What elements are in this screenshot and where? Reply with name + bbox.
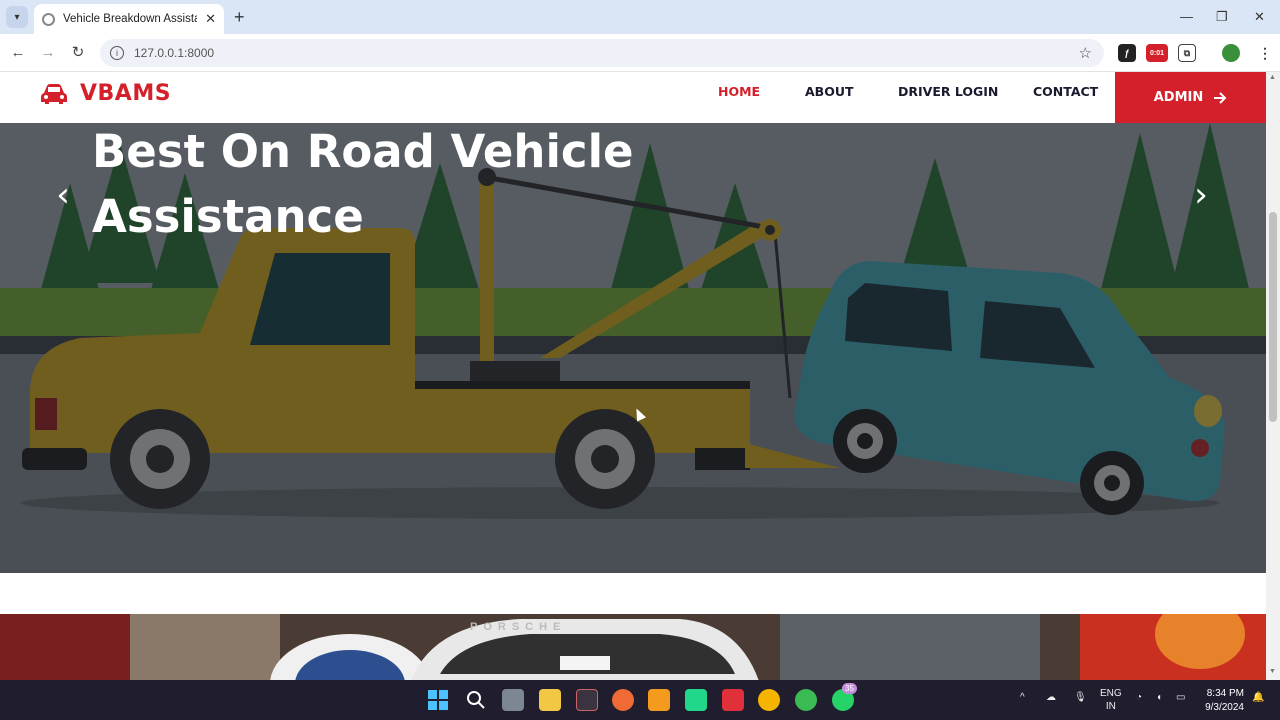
close-window-icon[interactable]: ✕ (1254, 9, 1265, 25)
brand-logo[interactable]: VBAMS (40, 81, 171, 106)
car-icon (41, 83, 67, 104)
back-icon[interactable]: ← (8, 42, 28, 62)
whatsapp-icon[interactable]: 35 (832, 683, 857, 711)
carousel-prev: ‹ (56, 175, 70, 215)
chevron-up-icon[interactable]: ^ (1020, 692, 1025, 703)
hero-title: Best On Road Vehicle Assistance (92, 125, 634, 243)
page-scrollbar[interactable]: ▲ ▼ (1266, 72, 1280, 680)
recorder-extension-icon[interactable]: 0:01 (1146, 44, 1168, 62)
services-section-image: PORSCHE (0, 614, 1266, 680)
clock-date: 9/3/2024 (1205, 702, 1244, 713)
admin-label: ADMIN (1153, 90, 1204, 105)
info-icon[interactable]: i (110, 46, 124, 60)
file-explorer-icon[interactable] (539, 689, 561, 711)
nav-about[interactable]: ABOUT (805, 84, 854, 99)
maximize-icon[interactable]: ❐ (1216, 9, 1228, 25)
page-viewport: VBAMS HOME ABOUT DRIVER LOGIN CONTACT AD… (0, 72, 1266, 680)
nav-home[interactable]: HOME (718, 84, 760, 99)
whatsapp-badge: 35 (842, 683, 857, 694)
extensions-puzzle-icon[interactable]: ⧉ (1178, 44, 1196, 62)
clock[interactable]: 8:34 PM 9/3/2024 (1196, 687, 1244, 715)
cloud-icon[interactable]: ☁ (1046, 692, 1056, 703)
extension-badge: 0:01 (1149, 49, 1164, 57)
url-text: 127.0.0.1:8000 (134, 46, 215, 60)
scroll-down-icon[interactable]: ▼ (1269, 668, 1276, 675)
app-red-icon[interactable] (722, 689, 744, 711)
lang-line1: ENG (1100, 688, 1122, 699)
profile-avatar[interactable] (1222, 44, 1240, 62)
task-view-icon[interactable] (502, 689, 524, 711)
address-bar[interactable]: i 127.0.0.1:8000 ☆ (100, 39, 1104, 67)
app-yellow-icon[interactable] (648, 689, 670, 711)
browser-tab[interactable]: Vehicle Breakdown Assistance M ✕ (34, 4, 224, 34)
scroll-up-icon[interactable]: ▲ (1269, 74, 1276, 81)
language-indicator[interactable]: ENG IN (1100, 687, 1122, 713)
windows-taskbar: 35 ^ ☁ 🎙 ENG IN ◔ ◖ ▭ 8:34 PM 9/3/2024 🔔 (0, 680, 1280, 720)
notification-bell-icon[interactable]: 🔔 (1252, 692, 1264, 703)
clock-time: 8:34 PM (1206, 688, 1244, 699)
hero-carousel: Best On Road Vehicle Assistance ‹ › (0, 123, 1266, 573)
site-navbar: VBAMS HOME ABOUT DRIVER LOGIN CONTACT AD… (0, 72, 1266, 123)
browser-toolbar: ← → ↻ i 127.0.0.1:8000 ☆ ƒ 0:01 ⧉ ⋮ (0, 34, 1280, 72)
microphone-icon[interactable]: 🎙 (1074, 692, 1087, 703)
pycharm-icon[interactable] (685, 689, 707, 711)
extension-icon[interactable]: ƒ (1118, 44, 1136, 62)
tab-strip: ▾ Vehicle Breakdown Assistance M ✕ + — ❐… (0, 0, 1280, 34)
arrow-right-icon (1214, 91, 1227, 104)
search-icon[interactable] (465, 689, 487, 711)
tab-search-icon[interactable]: ▾ (6, 6, 28, 28)
battery-icon[interactable]: ▭ (1176, 692, 1185, 703)
brand-name: VBAMS (80, 81, 172, 106)
lang-line2: IN (1105, 701, 1116, 712)
carousel-next: › (1194, 175, 1208, 215)
admin-button[interactable]: ADMIN (1115, 72, 1266, 123)
star-icon[interactable]: ☆ (1079, 44, 1092, 62)
chrome-profile-icon[interactable] (795, 689, 817, 711)
volume-icon[interactable]: ◖ (1156, 692, 1162, 703)
globe-icon (42, 12, 55, 26)
chrome-icon[interactable] (758, 689, 780, 711)
scrollbar-thumb[interactable] (1269, 212, 1277, 422)
chevron-right-icon[interactable]: › (1186, 175, 1216, 215)
nav-contact[interactable]: CONTACT (1033, 84, 1098, 99)
wifi-icon[interactable]: ◔ (1136, 692, 1142, 703)
car-decal-text: PORSCHE (470, 621, 567, 633)
chevron-left-icon[interactable]: ‹ (48, 175, 78, 215)
minimize-icon[interactable]: — (1180, 9, 1193, 24)
browser-window: ▾ Vehicle Breakdown Assistance M ✕ + — ❐… (0, 0, 1280, 720)
nav-driver-login[interactable]: DRIVER LOGIN (898, 84, 998, 99)
app-orange-icon[interactable] (612, 689, 634, 711)
close-tab-icon[interactable]: ✕ (205, 11, 216, 27)
windows-start-icon[interactable] (427, 689, 449, 711)
new-tab-icon[interactable]: + (234, 8, 245, 26)
forward-icon[interactable]: → (38, 42, 58, 62)
garage-photo (0, 614, 1266, 680)
tab-title: Vehicle Breakdown Assistance M (63, 13, 197, 25)
menu-kebab-icon[interactable]: ⋮ (1256, 44, 1274, 62)
app-icon[interactable] (576, 689, 598, 711)
reload-icon[interactable]: ↻ (68, 42, 88, 62)
